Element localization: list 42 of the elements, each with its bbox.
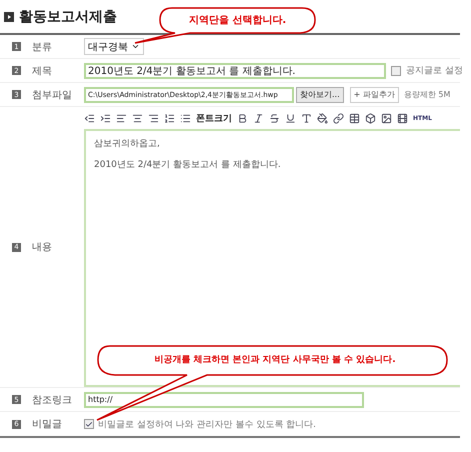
link-field[interactable]: http:// (84, 392, 364, 408)
table-icon[interactable] (349, 112, 360, 124)
field-label: 첨부파일 (32, 88, 73, 102)
editor-text-line: 삼보귀의하옵고, (94, 138, 161, 150)
browse-button[interactable]: 찾아보기... (296, 86, 344, 102)
field-label: 비밀글 (32, 418, 63, 431)
category-select[interactable]: 대구경북 (84, 38, 144, 55)
add-file-button[interactable]: + 파일추가 (350, 86, 399, 102)
cube-icon[interactable] (365, 112, 376, 124)
notice-checkbox[interactable] (391, 66, 401, 76)
text-color-icon[interactable] (301, 112, 312, 124)
secret-checkbox[interactable] (84, 419, 94, 429)
checkbox-label: 비밀글로 설정하여 나와 관리자만 볼수 있도록 합니다. (98, 418, 316, 430)
field-label: 내용 (32, 241, 53, 254)
title-field[interactable]: 2010년도 2/4분기 활동보고서 를 제출합니다. (84, 62, 386, 78)
section-icon (4, 12, 14, 22)
numbered-list-icon[interactable] (164, 112, 175, 124)
field-label: 제목 (32, 64, 53, 78)
bullet-list-icon[interactable] (180, 112, 191, 124)
editor-text-line: 2010년도 2/4분기 활동보고서 를 제출합니다. (94, 159, 282, 171)
field-label: 분류 (32, 40, 53, 54)
image-icon[interactable] (381, 112, 392, 124)
underline-icon[interactable] (285, 112, 296, 124)
link-icon[interactable] (333, 112, 344, 124)
font-size-button[interactable]: 폰트크기 (196, 112, 232, 124)
checkbox-label: 공지글로 설정 (406, 65, 463, 77)
background-color-icon[interactable] (317, 112, 328, 124)
callout-text: 지역단을 선택합니다. (188, 14, 288, 27)
callout-text: 비공개를 체크하면 본인과 지역단 사무국만 볼 수 있습니다. (153, 354, 397, 366)
align-left-icon[interactable] (116, 112, 127, 124)
outdent-icon[interactable] (84, 112, 95, 124)
dropdown-caret-icon (131, 42, 140, 51)
page-title: 활동보고서제출 (19, 8, 117, 26)
size-limit-text: 용량제한 5M (404, 89, 450, 100)
align-right-icon[interactable] (148, 112, 159, 124)
field-label: 참조링크 (32, 394, 73, 406)
strikethrough-icon[interactable] (269, 112, 280, 124)
align-center-icon[interactable] (132, 112, 143, 124)
italic-icon[interactable] (253, 112, 264, 124)
indent-icon[interactable] (100, 112, 111, 124)
video-icon[interactable] (397, 112, 408, 124)
bold-icon[interactable] (237, 112, 248, 124)
